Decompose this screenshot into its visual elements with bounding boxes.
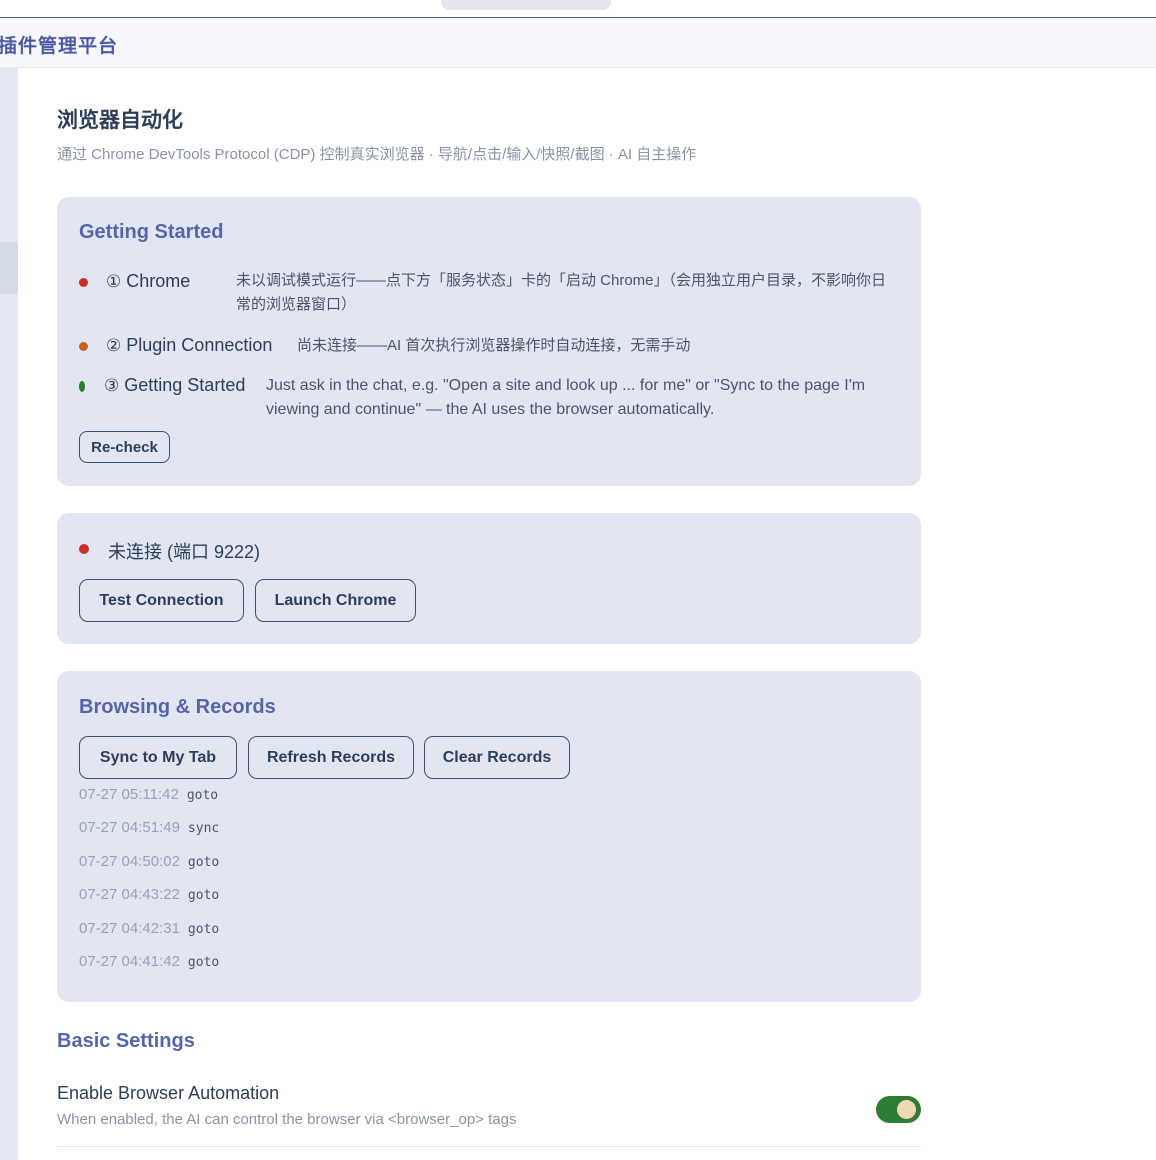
step-description: Just ask in the chat, e.g. "Open a site … [266, 377, 866, 418]
divider [57, 1146, 921, 1147]
record-item: 07-27 05:11:42 goto [79, 786, 219, 803]
record-item: 07-27 04:43:22 goto [79, 886, 220, 903]
app-header: 插件管理平台 [0, 18, 1156, 68]
window-tab-handle[interactable] [441, 0, 611, 10]
step-description: 未以调试模式运行——点下方「服务状态」卡的「启动 Chrome」（会用独立用户目… [236, 272, 887, 313]
clear-records-button[interactable]: Clear Records [424, 736, 570, 779]
step-description: 尚未连接——AI 首次执行浏览器操作时自动连接，无需手动 [297, 337, 691, 354]
record-item: 07-27 04:42:31 goto [79, 920, 220, 937]
getting-started-title: Getting Started [79, 221, 224, 243]
step-name: ① Chrome [106, 271, 191, 291]
basic-settings-title: Basic Settings [57, 1030, 195, 1052]
toggle-knob [897, 1100, 916, 1119]
getting-started-card: Getting Started ① Chrome 未以调试模式运行——点下方「服… [57, 197, 921, 486]
step-getting-started: ③ Getting Started Just ask in the chat, … [79, 373, 899, 423]
status-dot-red [79, 278, 88, 287]
step-plugin-connection: ② Plugin Connection 尚未连接——AI 首次执行浏览器操作时自… [79, 333, 899, 361]
step-name: ③ Getting Started [104, 375, 246, 395]
sidebar [0, 68, 18, 1160]
record-item: 07-27 04:50:02 goto [79, 853, 220, 870]
enable-automation-toggle[interactable] [876, 1096, 921, 1123]
test-connection-button[interactable]: Test Connection [79, 579, 244, 622]
launch-chrome-button[interactable]: Launch Chrome [255, 579, 416, 622]
recheck-button[interactable]: Re-check [79, 431, 170, 463]
app-title: 插件管理平台 [0, 36, 119, 57]
step-name: ② Plugin Connection [106, 335, 273, 355]
sync-to-tab-button[interactable]: Sync to My Tab [79, 736, 237, 779]
record-item: 07-27 04:41:42 goto [79, 953, 220, 970]
enable-automation-label: Enable Browser Automation [57, 1083, 280, 1103]
browsing-records-card: Browsing & Records Sync to My Tab Refres… [57, 671, 921, 1002]
page-title: 浏览器自动化 [57, 109, 183, 132]
service-status-card: 未连接 (端口 9222) Test Connection Launch Chr… [57, 513, 921, 644]
records-title: Browsing & Records [79, 696, 276, 718]
sidebar-active-item[interactable] [0, 242, 18, 294]
status-dot-orange [79, 342, 88, 351]
connection-status-dot [79, 544, 89, 554]
connection-status-text: 未连接 (端口 9222) [108, 542, 261, 562]
refresh-records-button[interactable]: Refresh Records [248, 736, 414, 779]
step-chrome: ① Chrome 未以调试模式运行——点下方「服务状态」卡的「启动 Chrome… [79, 269, 899, 319]
status-dot-green [79, 381, 85, 392]
record-item: 07-27 04:51:49 sync [79, 819, 220, 836]
page-subtitle: 通过 Chrome DevTools Protocol (CDP) 控制真实浏览… [57, 146, 697, 163]
enable-automation-description: When enabled, the AI can control the bro… [57, 1111, 517, 1128]
